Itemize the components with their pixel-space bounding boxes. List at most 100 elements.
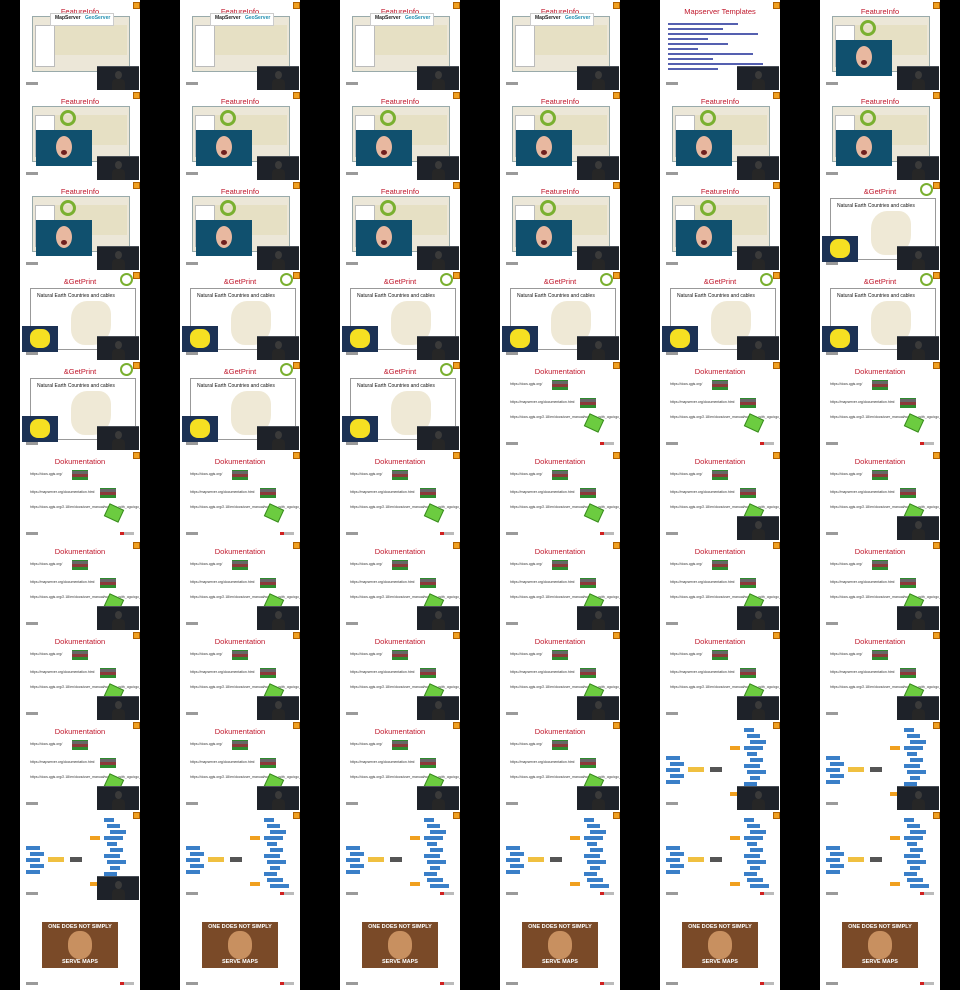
slide-cell[interactable]: Dokumentation https://docs.qgis.org/https…	[0, 630, 160, 721]
doc-link[interactable]: https://docs.qgis.org/	[190, 562, 222, 566]
slide-thumbnail[interactable]: Dokumentation https://docs.qgis.org/https…	[660, 360, 780, 450]
doc-link[interactable]: https://mapserver.org/documentation.html	[510, 760, 574, 764]
doc-link[interactable]: https://mapserver.org/documentation.html	[30, 760, 94, 764]
slide-cell[interactable]: FeatureInfo	[0, 180, 160, 271]
doc-link[interactable]: https://docs.qgis.org/	[670, 652, 702, 656]
slide-cell[interactable]: FeatureInfo	[640, 90, 800, 181]
slide-cell[interactable]: FeatureInfo	[320, 90, 480, 181]
doc-link[interactable]: https://mapserver.org/documentation.html	[830, 580, 894, 584]
slide-thumbnail[interactable]	[340, 810, 460, 900]
slide-cell[interactable]: Dokumentation https://docs.qgis.org/https…	[0, 450, 160, 540]
slide-cell[interactable]: &GetPrint Natural Earth Countries and cab…	[800, 270, 960, 361]
slide-thumbnail[interactable]	[500, 810, 620, 900]
doc-link[interactable]: https://docs.qgis.org/	[30, 652, 62, 656]
slide-cell[interactable]: FeatureInfo MapServer GeoServer	[0, 0, 160, 91]
doc-link[interactable]: https://docs.qgis.org/2.18/en/docs/user_…	[670, 685, 780, 689]
slide-cell[interactable]: Dokumentation https://docs.qgis.org/https…	[800, 630, 960, 721]
slide-cell[interactable]	[0, 810, 160, 901]
doc-link[interactable]: https://docs.qgis.org/2.18/en/docs/user_…	[670, 505, 780, 509]
slide-cell[interactable]	[480, 810, 640, 900]
slide-cell[interactable]: Dokumentation https://docs.qgis.org/https…	[0, 540, 160, 631]
slide-thumbnail[interactable]: ONE DOES NOT SIMPLY SERVE MAPS	[20, 900, 140, 990]
doc-link[interactable]: https://docs.qgis.org/	[830, 652, 862, 656]
doc-link[interactable]: https://mapserver.org/documentation.html	[350, 490, 414, 494]
doc-link[interactable]: https://docs.qgis.org/2.18/en/docs/user_…	[190, 595, 300, 599]
doc-link[interactable]: https://mapserver.org/documentation.html	[510, 490, 574, 494]
doc-link[interactable]: https://docs.qgis.org/	[670, 472, 702, 476]
doc-link[interactable]: https://docs.qgis.org/2.18/en/docs/user_…	[350, 595, 460, 599]
doc-link[interactable]: https://docs.qgis.org/2.18/en/docs/user_…	[830, 505, 940, 509]
doc-link[interactable]: https://mapserver.org/documentation.html	[350, 670, 414, 674]
doc-link[interactable]: https://docs.qgis.org/	[830, 382, 862, 386]
doc-link[interactable]: https://mapserver.org/documentation.html	[830, 490, 894, 494]
doc-link[interactable]: https://mapserver.org/documentation.html	[350, 580, 414, 584]
doc-link[interactable]: https://docs.qgis.org/	[190, 472, 222, 476]
doc-link[interactable]: https://mapserver.org/documentation.html	[830, 670, 894, 674]
doc-link[interactable]: https://docs.qgis.org/2.18/en/docs/user_…	[30, 685, 140, 689]
slide-thumbnail[interactable]	[180, 810, 300, 900]
slide-cell[interactable]: ONE DOES NOT SIMPLY SERVE MAPS	[0, 900, 160, 990]
doc-link[interactable]: https://mapserver.org/documentation.html	[190, 670, 254, 674]
doc-link[interactable]: https://docs.qgis.org/2.18/en/docs/user_…	[30, 595, 140, 599]
slide-cell[interactable]: ONE DOES NOT SIMPLY SERVE MAPS	[320, 900, 480, 990]
doc-link[interactable]: https://docs.qgis.org/2.18/en/docs/user_…	[510, 685, 620, 689]
slide-thumbnail[interactable]: Dokumentation https://docs.qgis.org/https…	[500, 360, 620, 450]
slide-cell[interactable]: Dokumentation https://docs.qgis.org/https…	[800, 540, 960, 631]
slide-cell[interactable]: ONE DOES NOT SIMPLY SERVE MAPS	[800, 900, 960, 990]
doc-link[interactable]: https://docs.qgis.org/2.18/en/docs/user_…	[350, 775, 460, 779]
doc-link[interactable]: https://docs.qgis.org/	[350, 472, 382, 476]
doc-link[interactable]: https://mapserver.org/documentation.html	[30, 490, 94, 494]
slide-cell[interactable]: Dokumentation https://docs.qgis.org/https…	[640, 630, 800, 721]
doc-link[interactable]: https://mapserver.org/documentation.html	[30, 580, 94, 584]
slide-thumbnail[interactable]: ONE DOES NOT SIMPLY SERVE MAPS	[820, 900, 940, 990]
doc-link[interactable]: https://docs.qgis.org/2.18/en/docs/user_…	[190, 775, 300, 779]
slide-cell[interactable]: ONE DOES NOT SIMPLY SERVE MAPS	[640, 900, 800, 990]
doc-link[interactable]: https://docs.qgis.org/	[510, 472, 542, 476]
doc-link[interactable]: https://mapserver.org/documentation.html	[510, 670, 574, 674]
slide-cell[interactable]: &GetPrint Natural Earth Countries and cab…	[160, 270, 320, 361]
doc-link[interactable]: https://mapserver.org/documentation.html	[670, 580, 734, 584]
doc-link[interactable]: https://mapserver.org/documentation.html	[670, 490, 734, 494]
doc-link[interactable]: https://docs.qgis.org/2.18/en/docs/user_…	[30, 505, 140, 509]
slide-cell[interactable]: Dokumentation https://docs.qgis.org/https…	[640, 450, 800, 541]
doc-link[interactable]: https://mapserver.org/documentation.html	[670, 400, 734, 404]
doc-link[interactable]: https://docs.qgis.org/	[350, 562, 382, 566]
slide-cell[interactable]: &GetPrint Natural Earth Countries and cab…	[320, 360, 480, 451]
slide-cell[interactable]: Dokumentation https://docs.qgis.org/https…	[480, 540, 640, 631]
slide-cell[interactable]	[800, 810, 960, 900]
slide-cell[interactable]: &GetPrint Natural Earth Countries and cab…	[160, 360, 320, 451]
slide-cell[interactable]: &GetPrint Natural Earth Countries and cab…	[480, 270, 640, 361]
doc-link[interactable]: https://docs.qgis.org/2.18/en/docs/user_…	[190, 685, 300, 689]
slide-cell[interactable]: &GetPrint Natural Earth Countries and cab…	[640, 270, 800, 361]
slide-cell[interactable]	[800, 720, 960, 811]
slide-cell[interactable]: FeatureInfo MapServer GeoServer	[480, 0, 640, 91]
slide-cell[interactable]: ONE DOES NOT SIMPLY SERVE MAPS	[480, 900, 640, 990]
doc-link[interactable]: https://docs.qgis.org/	[670, 382, 702, 386]
slide-thumbnail[interactable]: Dokumentation https://docs.qgis.org/https…	[820, 360, 940, 450]
doc-link[interactable]: https://docs.qgis.org/2.18/en/docs/user_…	[830, 415, 940, 419]
doc-link[interactable]: https://mapserver.org/documentation.html	[510, 580, 574, 584]
doc-link[interactable]: https://mapserver.org/documentation.html	[30, 670, 94, 674]
slide-cell[interactable]: Dokumentation https://docs.qgis.org/https…	[160, 630, 320, 721]
doc-link[interactable]: https://docs.qgis.org/2.18/en/docs/user_…	[670, 595, 780, 599]
doc-link[interactable]: https://mapserver.org/documentation.html	[830, 400, 894, 404]
slide-thumbnail[interactable]: Dokumentation https://docs.qgis.org/https…	[340, 450, 460, 540]
slide-cell[interactable]: FeatureInfo	[800, 90, 960, 181]
doc-link[interactable]: https://docs.qgis.org/2.18/en/docs/user_…	[510, 505, 620, 509]
slide-cell[interactable]: FeatureInfo	[320, 180, 480, 271]
slide-cell[interactable]	[640, 720, 800, 811]
doc-link[interactable]: https://docs.qgis.org/	[510, 742, 542, 746]
slide-cell[interactable]: Dokumentation https://docs.qgis.org/https…	[160, 540, 320, 631]
slide-cell[interactable]: &GetPrint Natural Earth Countries and cab…	[0, 270, 160, 361]
slide-cell[interactable]: Dokumentation https://docs.qgis.org/https…	[800, 450, 960, 541]
slide-cell[interactable]: Dokumentation https://docs.qgis.org/https…	[320, 450, 480, 540]
doc-link[interactable]: https://mapserver.org/documentation.html	[510, 400, 574, 404]
slide-cell[interactable]: Dokumentation https://docs.qgis.org/https…	[160, 720, 320, 811]
slide-cell[interactable]: ONE DOES NOT SIMPLY SERVE MAPS	[160, 900, 320, 990]
slide-thumbnail[interactable]: ONE DOES NOT SIMPLY SERVE MAPS	[340, 900, 460, 990]
slide-cell[interactable]: &GetPrint Natural Earth Countries and cab…	[800, 180, 960, 271]
doc-link[interactable]: https://docs.qgis.org/2.18/en/docs/user_…	[830, 595, 940, 599]
doc-link[interactable]: https://mapserver.org/documentation.html	[350, 760, 414, 764]
slide-thumbnail[interactable]	[660, 810, 780, 900]
slide-cell[interactable]: Dokumentation https://docs.qgis.org/https…	[640, 540, 800, 631]
